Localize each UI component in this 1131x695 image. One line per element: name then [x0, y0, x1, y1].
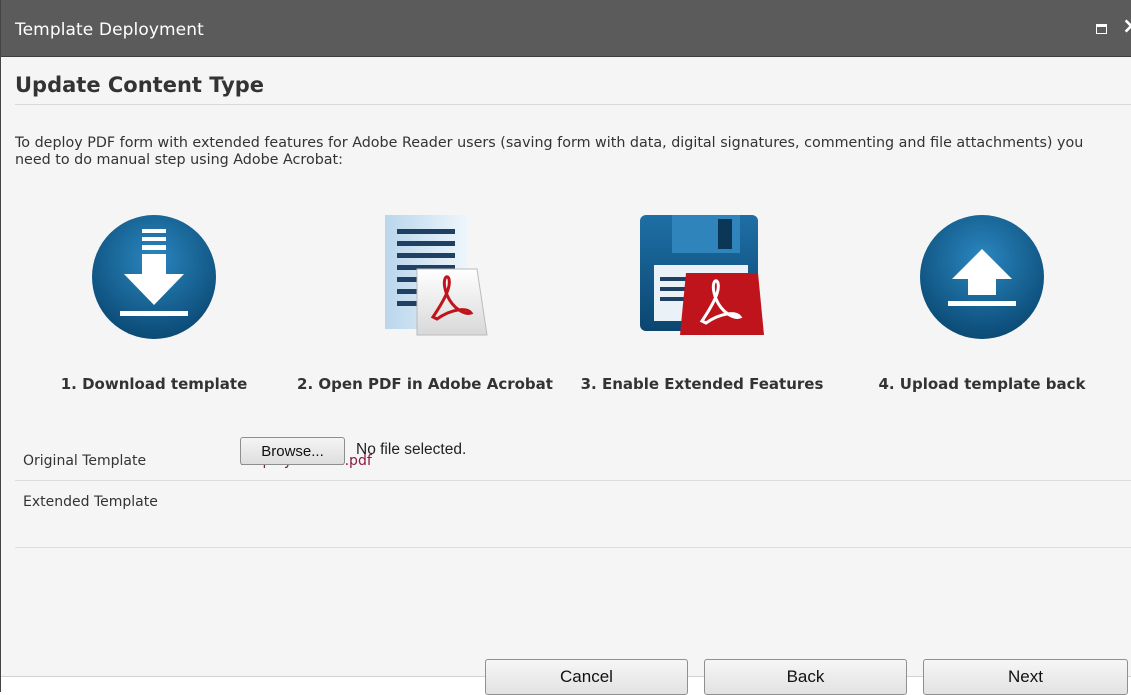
cancel-button[interactable]: Cancel [485, 659, 688, 695]
row-divider [15, 547, 1131, 548]
back-button[interactable]: Back [704, 659, 907, 695]
step-enable-extended: 3. Enable Extended Features [567, 207, 837, 394]
extended-template-label: Extended Template [23, 494, 158, 510]
dialog-title: Template Deployment [15, 20, 204, 40]
step-open-pdf: 2. Open PDF in Adobe Acrobat [290, 207, 560, 394]
floppy-pdf-icon [632, 207, 772, 347]
page-title: Update Content Type [15, 73, 265, 97]
row-divider [15, 480, 1131, 481]
download-icon [84, 207, 224, 347]
dialog-content: Update Content Type To deploy PDF form w… [1, 57, 1131, 676]
step-download: 1. Download template [19, 207, 289, 394]
step-label: 1. Download template [60, 375, 248, 393]
dialog-titlebar: Template Deployment × [1, 0, 1131, 57]
original-template-label: Original Template [23, 453, 147, 469]
step-upload: 4. Upload template back [847, 207, 1117, 394]
step-label: 3. Enable Extended Features [580, 375, 824, 393]
upload-icon [912, 207, 1052, 347]
intro-text: To deploy PDF form with extended feature… [15, 135, 1084, 168]
template-deployment-dialog: Template Deployment × Update Content Typ… [0, 0, 1131, 695]
next-button[interactable]: Next [923, 659, 1128, 695]
browse-button[interactable]: Browse... [240, 437, 345, 465]
step-label: 4. Upload template back [878, 375, 1086, 393]
step-label: 2. Open PDF in Adobe Acrobat [297, 375, 553, 393]
file-status-text: No file selected. [356, 441, 467, 458]
maximize-icon[interactable] [1096, 24, 1107, 34]
pdf-document-icon [355, 207, 495, 347]
close-icon[interactable]: × [1122, 14, 1131, 39]
heading-divider [15, 104, 1131, 105]
